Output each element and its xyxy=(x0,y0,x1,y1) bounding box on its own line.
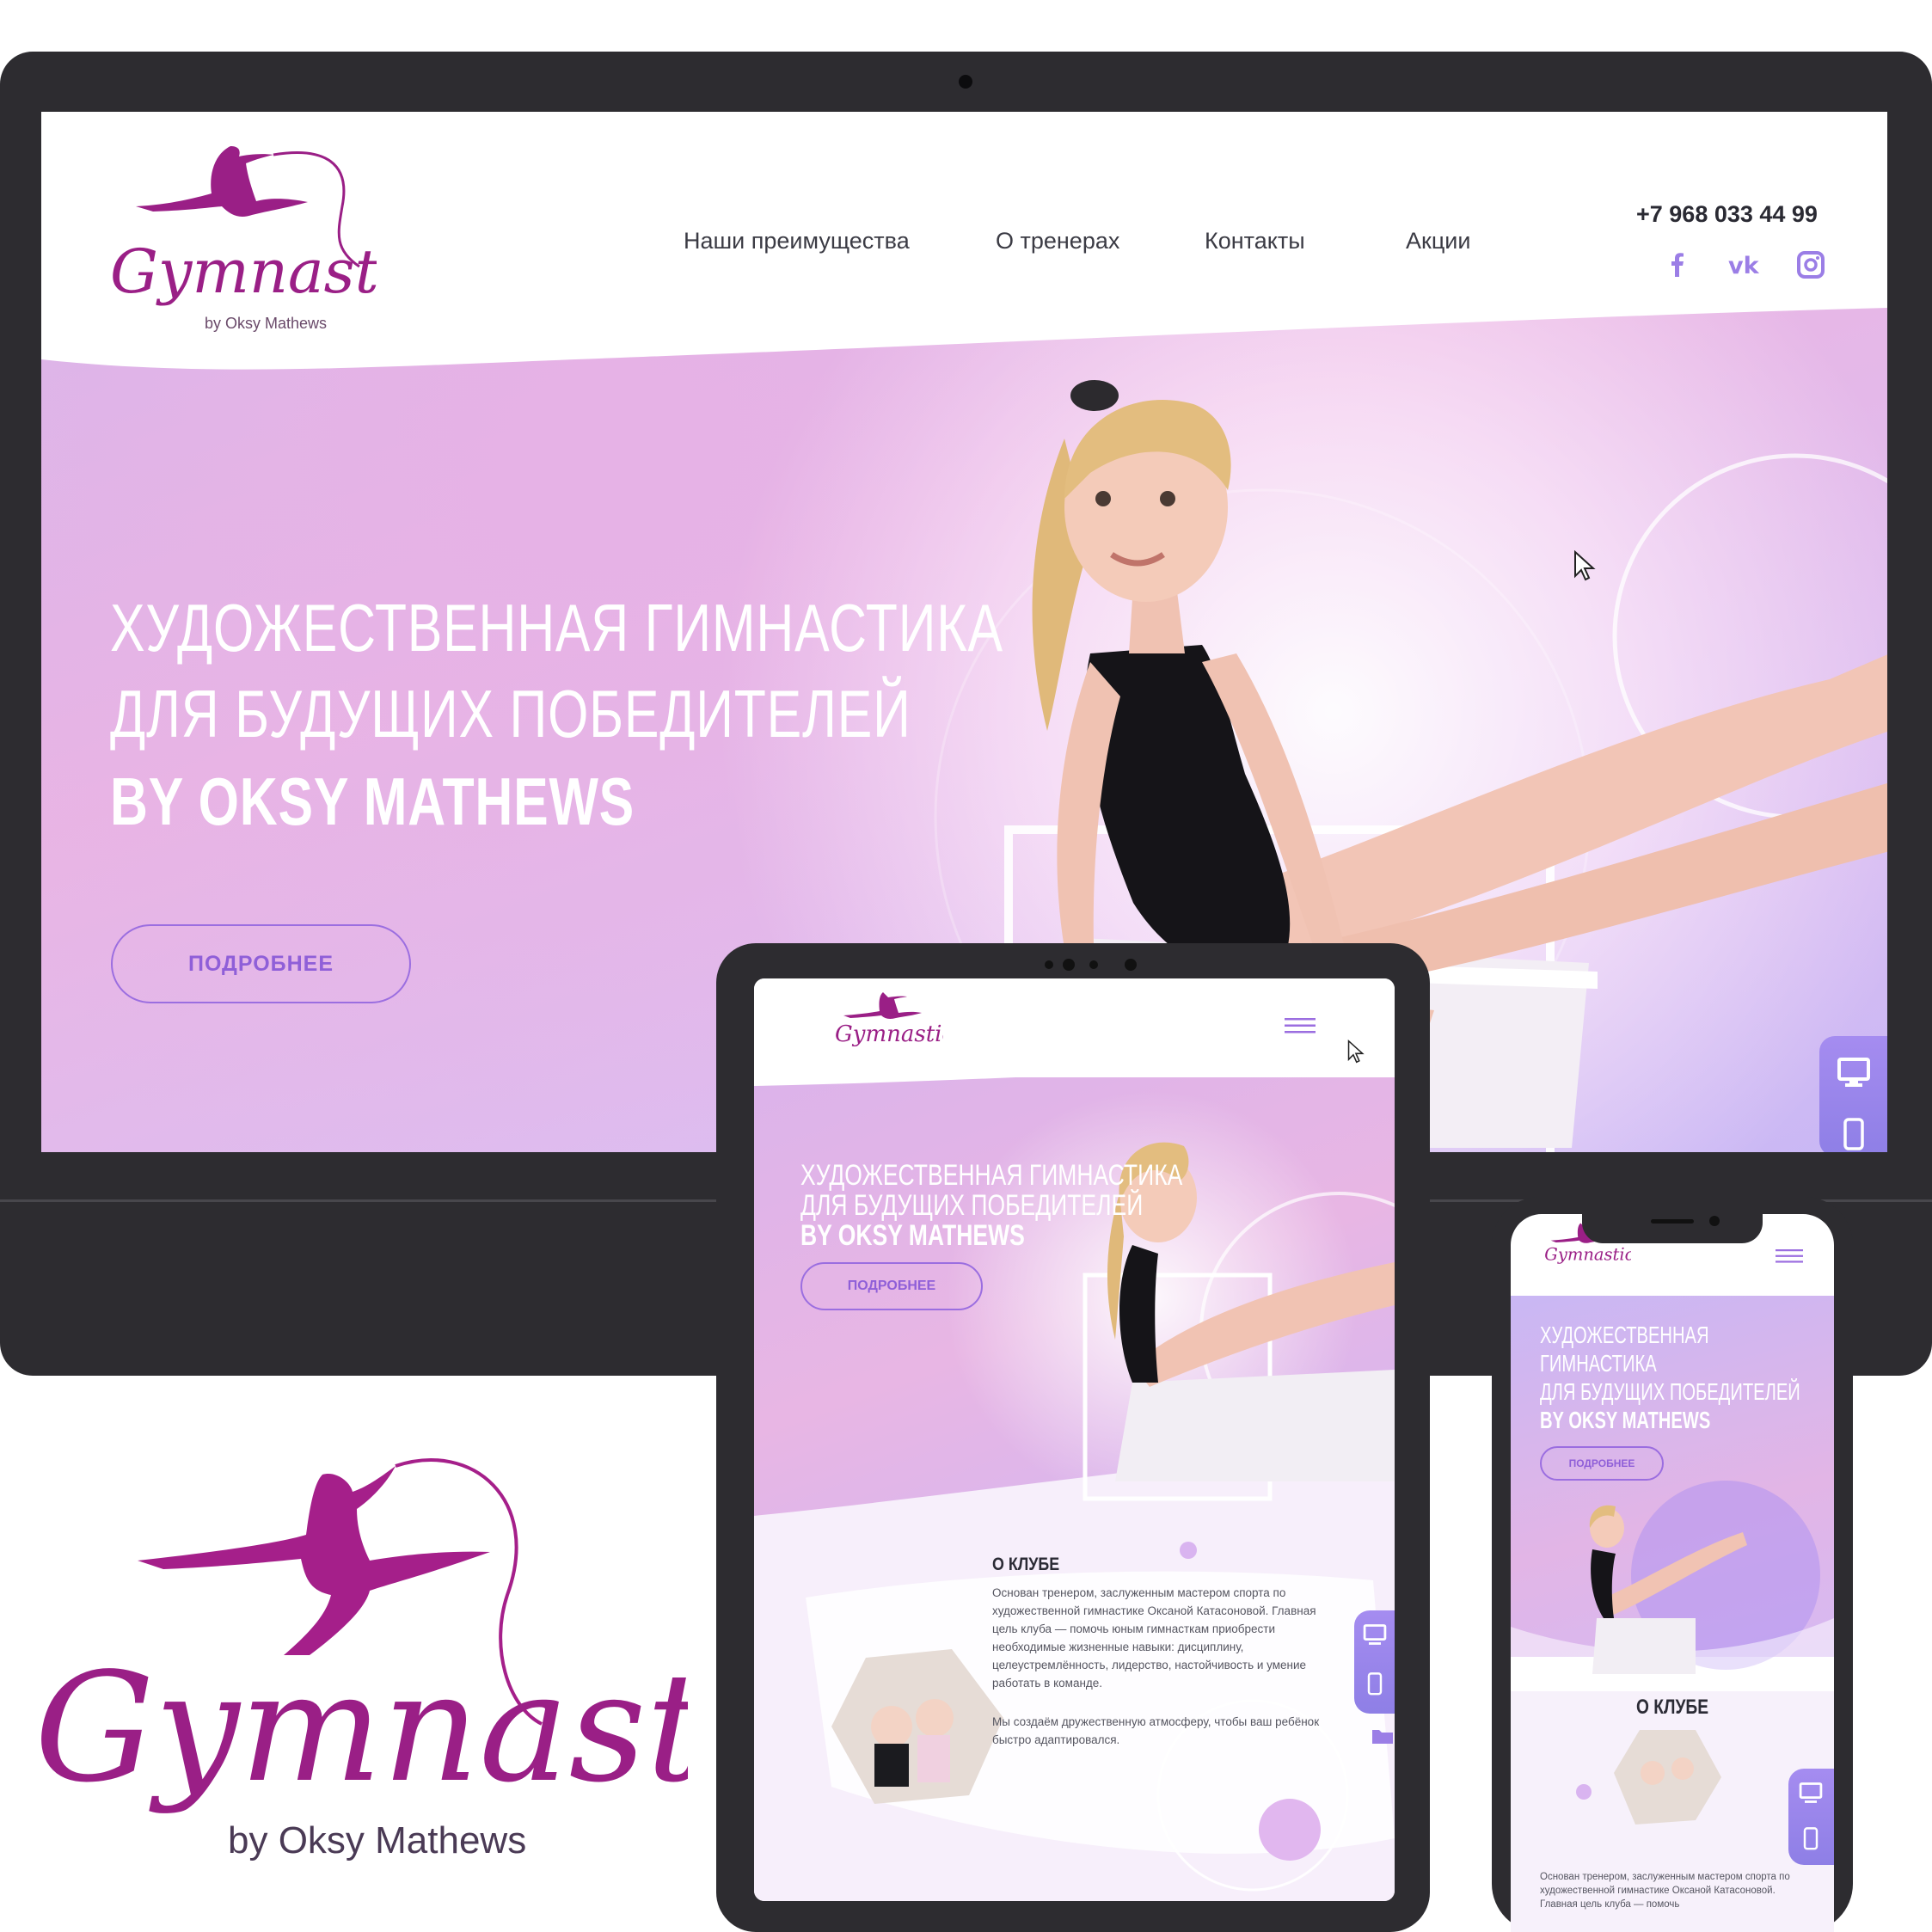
phone-hamburger-icon[interactable] xyxy=(1776,1248,1803,1264)
nav-contacts[interactable]: Контакты xyxy=(1205,228,1305,262)
hero-title-line-2: ДЛЯ БУДУЩИХ ПОБЕДИТЕЛЕЙ xyxy=(110,676,911,751)
tablet-device-switcher xyxy=(1354,1610,1395,1714)
phone-about-text: Основан тренером, заслуженным мастером с… xyxy=(1540,1872,1790,1911)
device-switcher-panel xyxy=(1819,1036,1887,1152)
phone-speaker xyxy=(1651,1219,1694,1224)
hamburger-menu-icon[interactable] xyxy=(1285,1017,1316,1034)
tablet-screen: Gymnastics ХУДОЖЕСТВЕННАЯ ГИМНАСТИКА ДЛЯ… xyxy=(754,978,1395,1901)
phone-about-title: О КЛУБЕ xyxy=(1636,1696,1709,1719)
tablet-about-paragraph-2: Мы создаём дружественную атмосферу, чтоб… xyxy=(992,1715,1320,1746)
tablet-about-title: О КЛУБЕ xyxy=(992,1555,1060,1574)
nav-advantages[interactable]: Наши преимущества xyxy=(684,228,910,262)
site-logo[interactable]: Gymnastics by Oksy Mathews xyxy=(101,129,377,344)
phone-hero-line-2: ГИМНАСТИКА xyxy=(1540,1350,1657,1377)
tablet-shapes xyxy=(754,978,1395,1901)
desktop-view-icon[interactable] xyxy=(1837,1055,1871,1089)
phone-camera xyxy=(1709,1216,1720,1226)
camera-dot xyxy=(959,75,972,89)
svg-text:vk: vk xyxy=(1728,253,1760,279)
phone-notch xyxy=(1582,1207,1763,1243)
nav-promotions[interactable]: Акции xyxy=(1406,228,1470,262)
tablet-hero-line-3: BY OKSY MATHEWS xyxy=(800,1219,1025,1252)
phone-hero-line-4: BY OKSY MATHEWS xyxy=(1540,1407,1711,1433)
facebook-icon[interactable] xyxy=(1662,249,1693,280)
tablet-about-paragraph-1: Основан тренером, заслуженным мастером с… xyxy=(992,1586,1316,1690)
phone-more-button[interactable]: ПОДРОБНЕЕ xyxy=(1540,1446,1664,1481)
mobile-view-icon[interactable] xyxy=(1842,1118,1866,1152)
logo-byline-text: by Oksy Mathews xyxy=(205,315,327,332)
tablet-more-button[interactable]: ПОДРОБНЕЕ xyxy=(800,1262,983,1310)
tablet-mobile-view-icon[interactable] xyxy=(1366,1672,1383,1696)
svg-text:Gymnastics: Gymnastics xyxy=(1544,1244,1631,1264)
phone-desktop-view-icon[interactable] xyxy=(1799,1781,1823,1805)
phone-device-switcher xyxy=(1788,1769,1834,1865)
brand-logo-large: Gymnastics by Oksy Mathews xyxy=(34,1458,688,1861)
large-logo-byline-text: by Oksy Mathews xyxy=(228,1819,526,1861)
phone-hero-line-1: ХУДОЖЕСТВЕННАЯ xyxy=(1540,1322,1709,1348)
tablet-hero-line-2: ДЛЯ БУДУЩИХ ПОБЕДИТЕЛЕЙ xyxy=(800,1189,1144,1222)
phone-hero-line-3: ДЛЯ БУДУЩИХ ПОБЕДИТЕЛЕЙ xyxy=(1540,1378,1800,1405)
hero-title-line-1: ХУДОЖЕСТВЕННАЯ ГИМНАСТИКА xyxy=(110,590,1003,665)
phone-number[interactable]: +7 968 033 44 99 xyxy=(1636,201,1818,228)
tablet-folder-icon[interactable] xyxy=(1371,1727,1394,1745)
tablet-camera xyxy=(1045,959,1137,971)
instagram-icon[interactable] xyxy=(1795,249,1826,280)
phone-screen: Gymnastics ХУДОЖЕСТВЕННАЯ ГИМНАСТИКА ДЛЯ… xyxy=(1511,1214,1834,1932)
mouse-cursor-icon xyxy=(1574,550,1596,581)
logo-script-text: Gymnastics xyxy=(110,236,377,307)
hero-title-line-3: BY OKSY MATHEWS xyxy=(110,764,635,839)
more-button[interactable]: ПОДРОБНЕЕ xyxy=(111,924,411,1003)
phone-mobile-view-icon[interactable] xyxy=(1802,1827,1819,1851)
tablet-desktop-view-icon[interactable] xyxy=(1363,1622,1387,1647)
tablet-hero-line-1: ХУДОЖЕСТВЕННАЯ ГИМНАСТИКА xyxy=(800,1159,1183,1192)
svg-text:Gymnastics: Gymnastics xyxy=(835,1021,943,1047)
tablet-logo[interactable]: Gymnastics xyxy=(831,987,943,1056)
nav-trainers[interactable]: О тренерах xyxy=(996,228,1119,262)
vk-icon[interactable]: vk xyxy=(1727,249,1766,280)
tablet-cursor-icon xyxy=(1347,1039,1365,1064)
large-logo-script-text: Gymnastics xyxy=(34,1641,688,1816)
